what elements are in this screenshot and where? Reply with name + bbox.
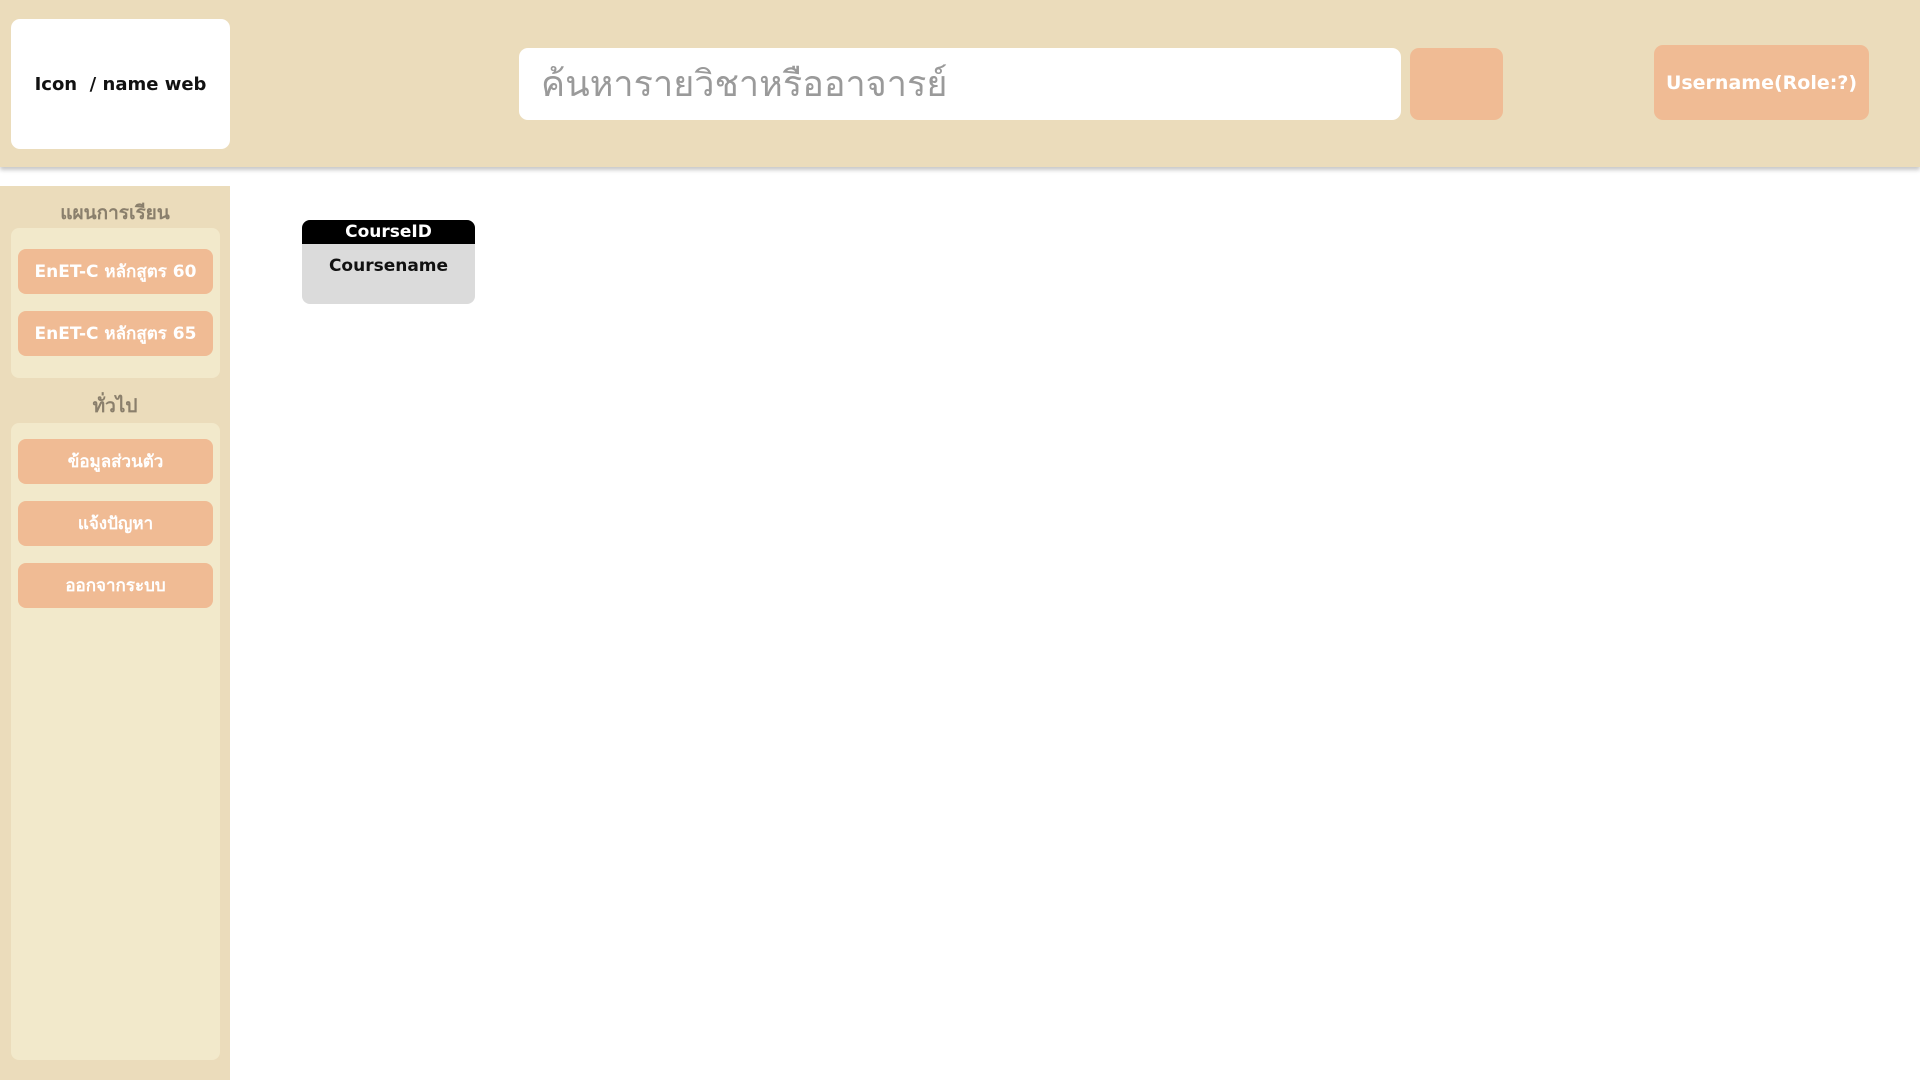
course-id: CourseID: [302, 220, 475, 244]
course-name: Coursename: [328, 256, 449, 276]
sidebar-item-logout[interactable]: ออกจากระบบ: [18, 563, 213, 608]
sidebar-item-profile[interactable]: ข้อมูลส่วนตัว: [18, 439, 213, 484]
sidebar-item-report-problem[interactable]: แจ้งปัญหา: [18, 501, 213, 546]
top-header: Icon / name web Username(Role:?): [0, 0, 1920, 167]
site-logo[interactable]: Icon / name web: [11, 19, 230, 149]
general-panel: ข้อมูลส่วนตัว แจ้งปัญหา ออกจากระบบ: [11, 423, 220, 1060]
user-menu-button[interactable]: Username(Role:?): [1654, 45, 1869, 120]
sidebar-item-curriculum-65[interactable]: EnET-C หลักสูตร 65: [18, 311, 213, 356]
sidebar: แผนการเรียน EnET-C หลักสูตร 60 EnET-C หล…: [0, 186, 230, 1080]
sidebar-heading-general: ทั่วไป: [92, 395, 138, 417]
sidebar-heading-study-plan: แผนการเรียน: [60, 202, 170, 224]
search-input[interactable]: [519, 48, 1401, 120]
sidebar-item-curriculum-60[interactable]: EnET-C หลักสูตร 60: [18, 249, 213, 294]
course-card[interactable]: CourseID Coursename: [302, 220, 475, 304]
search-button[interactable]: [1410, 48, 1503, 120]
study-plan-panel: EnET-C หลักสูตร 60 EnET-C หลักสูตร 65: [11, 228, 220, 378]
